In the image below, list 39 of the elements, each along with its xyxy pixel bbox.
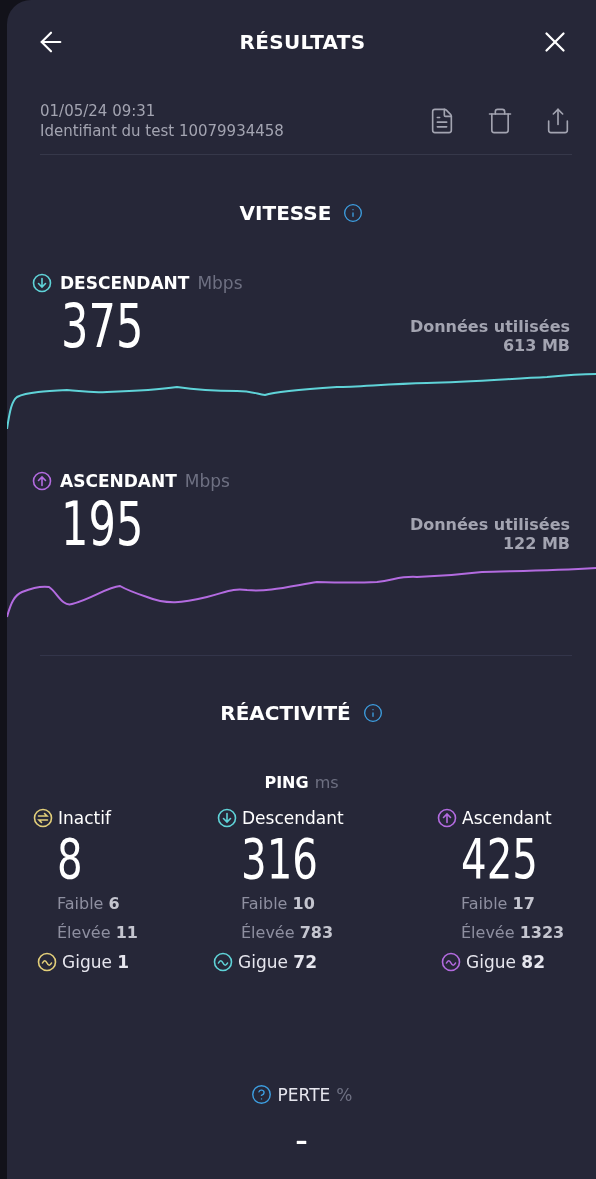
- speed-unit: Mbps: [197, 273, 243, 293]
- trash-button[interactable]: [486, 107, 514, 135]
- speed-value: 195: [61, 491, 144, 557]
- data-used-value: 122 MB: [502, 534, 570, 553]
- ping-label: PING: [264, 773, 309, 792]
- section-title: VITESSE: [239, 201, 332, 225]
- ping-type-label: Ascendant: [462, 808, 552, 828]
- ping-high: Élevée 11: [57, 923, 139, 942]
- ping-low: Faible 6: [57, 894, 121, 913]
- speed-value: 375: [61, 293, 144, 359]
- ping-low: Faible 10: [241, 894, 316, 913]
- jitter-value: Gigue 72: [238, 952, 317, 972]
- info-button[interactable]: [343, 203, 364, 223]
- test-id: Identifiant du test 10079934458: [40, 122, 284, 140]
- test-datetime: 01/05/24 09:31: [40, 102, 157, 120]
- jitter-value: Gigue 82: [466, 952, 545, 972]
- ping-unit: ms: [314, 773, 339, 792]
- speed-label: ASCENDANT: [60, 471, 177, 491]
- ping-type-label: Inactif: [58, 808, 111, 828]
- jitter-value: Gigue 1: [62, 952, 130, 972]
- loss-unit: %: [336, 1084, 353, 1105]
- data-used-label: Données utilisées: [409, 515, 570, 534]
- loss-label: PERTE: [277, 1084, 331, 1105]
- ping-high: Élevée 1323: [461, 923, 566, 942]
- info-button[interactable]: [362, 703, 383, 723]
- ping-value: 316: [241, 828, 319, 890]
- loss-value: –: [295, 1127, 308, 1155]
- page-title: RÉSULTATS: [239, 30, 366, 54]
- ping-low: Faible 17: [461, 894, 536, 913]
- speed-label: DESCENDANT: [60, 273, 190, 293]
- section-title: RÉACTIVITÉ: [220, 701, 351, 725]
- speed-unit: Mbps: [184, 471, 230, 491]
- ping-type-label: Descendant: [242, 808, 344, 828]
- ping-value: 8: [57, 828, 84, 890]
- help-icon[interactable]: [250, 1084, 272, 1105]
- data-used-label: Données utilisées: [409, 317, 570, 336]
- ping-high: Élevée 783: [241, 923, 335, 942]
- data-used-value: 613 MB: [502, 336, 570, 355]
- ping-value: 425: [461, 828, 539, 890]
